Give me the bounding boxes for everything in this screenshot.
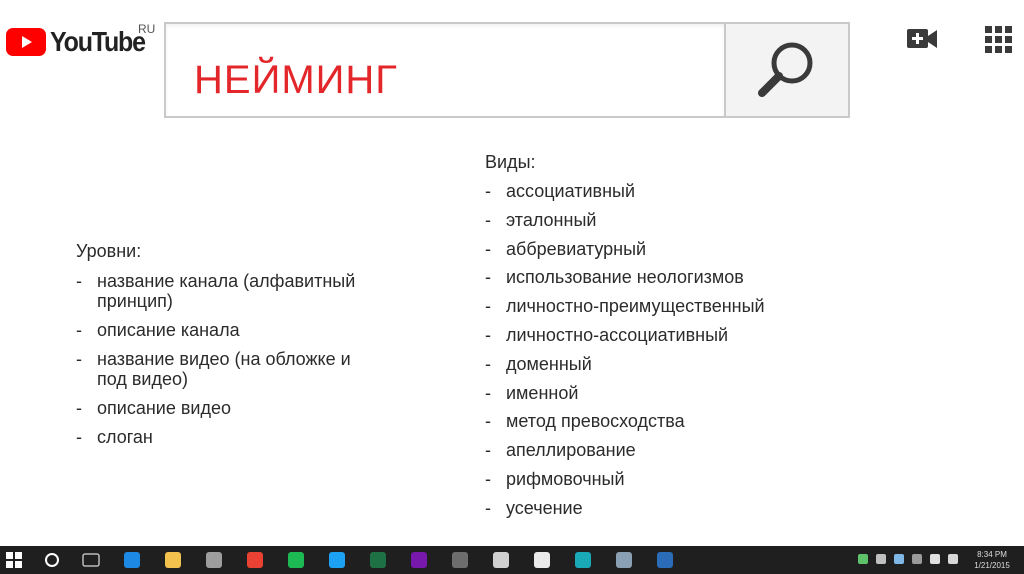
task-view-icon[interactable] bbox=[82, 553, 100, 567]
clock-date: 1/21/2015 bbox=[974, 561, 1010, 570]
list-item: слоган bbox=[76, 427, 357, 447]
levels-list: название канала (алфавитный принцип) опи… bbox=[76, 271, 357, 456]
list-item: ассоциативный bbox=[485, 181, 765, 201]
list-item: название канала (алфавитный принцип) bbox=[76, 271, 357, 311]
video-add-icon[interactable] bbox=[906, 27, 938, 51]
list-item: аббревиатурный bbox=[485, 239, 765, 259]
cortana-icon[interactable] bbox=[44, 552, 60, 568]
tray-app-icon[interactable] bbox=[876, 554, 886, 564]
levels-heading: Уровни: bbox=[76, 241, 142, 261]
spotify-icon[interactable] bbox=[288, 552, 304, 568]
chrome-icon[interactable] bbox=[247, 552, 263, 568]
list-item: личностно-преимущественный bbox=[485, 296, 765, 316]
list-item: описание видео bbox=[76, 398, 357, 418]
photoshop-icon[interactable] bbox=[657, 552, 673, 568]
network-icon[interactable] bbox=[616, 552, 632, 568]
apps-grid-icon[interactable] bbox=[985, 26, 1012, 53]
tray-app-icon[interactable] bbox=[858, 554, 868, 564]
youtube-wordmark: YouTube bbox=[50, 25, 146, 58]
list-item: именной bbox=[485, 383, 765, 403]
tray-app-icon[interactable] bbox=[894, 554, 904, 564]
mail-icon[interactable] bbox=[534, 552, 550, 568]
list-item: личностно-ассоциативный bbox=[485, 325, 765, 345]
list-item: усечение bbox=[485, 498, 765, 518]
search-input[interactable]: НЕЙМИНГ bbox=[164, 22, 724, 118]
store-icon[interactable] bbox=[206, 552, 222, 568]
list-item: доменный bbox=[485, 354, 765, 374]
tray-app-icon[interactable] bbox=[912, 554, 922, 564]
list-item: апеллирование bbox=[485, 440, 765, 460]
list-item: эталонный bbox=[485, 210, 765, 230]
list-item: использование неологизмов bbox=[485, 267, 765, 287]
types-heading: Виды: bbox=[485, 152, 536, 172]
photos-icon[interactable] bbox=[452, 552, 468, 568]
onenote-icon[interactable] bbox=[411, 552, 427, 568]
search-icon bbox=[758, 42, 813, 97]
slide: YouTube RU НЕЙМИНГ Уровни: название кана… bbox=[0, 0, 1024, 574]
taskbar: 8:34 PM 1/21/2015 bbox=[0, 546, 1024, 574]
clock-time: 8:34 PM bbox=[977, 550, 1007, 559]
twitter-icon[interactable] bbox=[329, 552, 345, 568]
xbox-icon[interactable] bbox=[493, 552, 509, 568]
list-item: название видео (на обложке и под видео) bbox=[76, 349, 357, 389]
app-n-icon[interactable] bbox=[575, 552, 591, 568]
network-tray-icon[interactable] bbox=[948, 554, 958, 564]
search-query-text: НЕЙМИНГ bbox=[194, 58, 398, 102]
list-item: метод превосходства bbox=[485, 411, 765, 431]
taskbar-clock[interactable]: 8:34 PM 1/21/2015 bbox=[970, 549, 1014, 571]
file-explorer-icon[interactable] bbox=[165, 552, 181, 568]
volume-icon[interactable] bbox=[930, 554, 940, 564]
region-label: RU bbox=[138, 22, 156, 36]
list-item: рифмовочный bbox=[485, 469, 765, 489]
search-button[interactable] bbox=[724, 22, 850, 118]
windows-start-icon[interactable] bbox=[6, 552, 22, 568]
list-item: описание канала bbox=[76, 320, 357, 340]
youtube-logo[interactable]: YouTube bbox=[6, 24, 146, 60]
edge-icon[interactable] bbox=[124, 552, 140, 568]
types-list: ассоциативный эталонный аббревиатурный и… bbox=[485, 181, 765, 527]
youtube-play-icon bbox=[6, 28, 46, 56]
excel-icon[interactable] bbox=[370, 552, 386, 568]
